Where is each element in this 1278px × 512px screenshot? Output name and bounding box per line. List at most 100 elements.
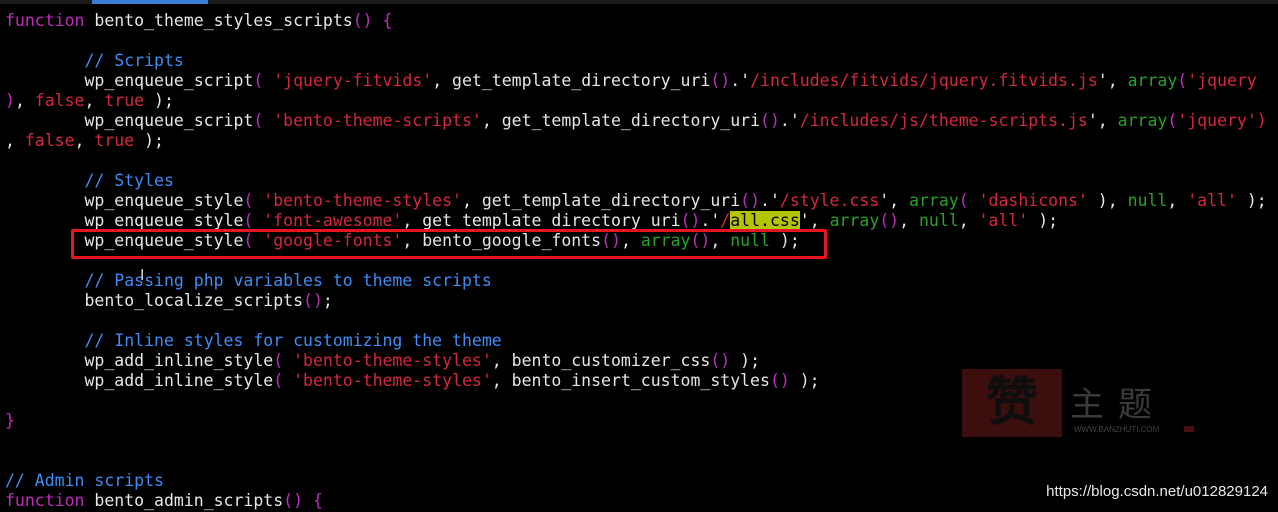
token: ( xyxy=(273,371,284,390)
string: 'jquery') xyxy=(1177,111,1267,130)
token: , bento_customizer_css xyxy=(491,351,711,370)
code-line-3: // Scripts xyxy=(5,51,1267,71)
token: bento_localize_scripts xyxy=(5,291,304,310)
string: 'jquery xyxy=(1187,71,1257,90)
text-cursor-icon: I xyxy=(140,266,145,284)
token: .' xyxy=(730,71,751,90)
builtin: array xyxy=(1127,71,1178,90)
comment: // Styles xyxy=(84,171,174,190)
string: 'font-awesome' xyxy=(263,211,403,230)
token: () xyxy=(283,491,304,510)
token: ); xyxy=(134,131,164,150)
token: ( xyxy=(958,191,969,210)
token: ( xyxy=(1177,71,1188,90)
string: 'bento-theme-styles' xyxy=(293,351,492,370)
token: bento_admin_scripts xyxy=(84,491,284,510)
token: () xyxy=(710,351,731,370)
token: ); xyxy=(730,351,761,370)
token: ', xyxy=(1087,111,1118,130)
token: , xyxy=(958,211,979,230)
token: .' xyxy=(779,111,800,130)
token: , xyxy=(74,131,95,150)
token: } xyxy=(5,411,15,430)
token: () xyxy=(760,111,780,130)
token: , get_template_directory_uri xyxy=(432,71,711,90)
code-line-10: wp_enqueue_style( 'bento-theme-styles', … xyxy=(5,191,1266,211)
builtin: null xyxy=(919,211,959,230)
builtin: array xyxy=(829,211,880,230)
token: ( xyxy=(273,351,284,370)
string: 'bento-theme-scripts' xyxy=(273,111,482,130)
token: , xyxy=(809,211,830,230)
string: / xyxy=(720,211,731,230)
code-line-17: // Inline styles for customizing the the… xyxy=(5,331,1267,351)
code-line-9: // Styles xyxy=(5,171,1267,191)
token: ); xyxy=(144,91,174,110)
comment: // Inline styles for customizing the the… xyxy=(84,331,502,350)
code-line-5: ), false, true ); xyxy=(5,91,1267,111)
token: , xyxy=(899,211,919,230)
token: wp_enqueue_style xyxy=(5,211,244,230)
token: () xyxy=(710,71,731,90)
code-line-6: wp_enqueue_script( 'bento-theme-scripts'… xyxy=(5,111,1267,131)
token: ), xyxy=(1087,191,1128,210)
literal: false xyxy=(34,91,85,110)
token: wp_enqueue_script xyxy=(5,71,254,90)
token: () xyxy=(879,211,900,230)
comment: // Admin scripts xyxy=(5,471,164,490)
token: ( xyxy=(243,211,254,230)
code-line-14: // Passing php variables to theme script… xyxy=(5,271,1267,291)
string: 'bento-theme-styles' xyxy=(293,371,492,390)
token: ); xyxy=(789,371,820,390)
string: 'jquery-fitvids' xyxy=(273,71,433,90)
token: ( xyxy=(1167,111,1178,130)
token: ( xyxy=(253,111,264,130)
token: ) xyxy=(5,91,15,110)
token: () xyxy=(769,371,790,390)
token: () xyxy=(303,291,323,310)
code-line-18: wp_add_inline_style( 'bento-theme-styles… xyxy=(5,351,1267,371)
string: /includes/js/theme-scripts.js xyxy=(799,111,1088,130)
token: ; xyxy=(322,291,333,310)
token: , xyxy=(5,131,25,150)
token: ( xyxy=(243,191,254,210)
watermark-logo: 赞 xyxy=(962,369,1062,437)
token: wp_add_inline_style xyxy=(5,351,274,370)
annotation-highlight-box xyxy=(71,229,827,259)
token: , get_template_directory_uri xyxy=(461,191,741,210)
token: , bento_insert_custom_styles xyxy=(491,371,770,390)
watermark-mark xyxy=(1184,426,1194,432)
token: { xyxy=(303,491,323,510)
token: .' xyxy=(760,191,780,210)
token: , get_template_directory_uri xyxy=(402,211,681,230)
token: ', xyxy=(1097,71,1128,90)
watermark-name: 主题 xyxy=(1070,385,1166,425)
token: wp_enqueue_script xyxy=(5,111,254,130)
token: , get_template_directory_uri xyxy=(481,111,761,130)
active-tab-indicator[interactable] xyxy=(92,0,208,4)
comment: // Scripts xyxy=(84,51,184,70)
token: () xyxy=(740,191,761,210)
code-line-7: , false, true ); xyxy=(5,131,1267,151)
builtin: null xyxy=(1127,191,1168,210)
token: , xyxy=(1167,191,1188,210)
code-line-4: wp_enqueue_script ( 'jquery-fitvids', get… xyxy=(5,71,1267,91)
string: 'all' xyxy=(978,211,1029,230)
literal: true xyxy=(104,91,145,110)
token: bento_theme_styles_scripts xyxy=(84,11,353,30)
code-line-1: function bento_theme_styles_scripts() { xyxy=(5,11,1267,31)
token: ', xyxy=(879,191,910,210)
string: 'dashicons' xyxy=(978,191,1088,210)
token: wp_add_inline_style xyxy=(5,371,274,390)
